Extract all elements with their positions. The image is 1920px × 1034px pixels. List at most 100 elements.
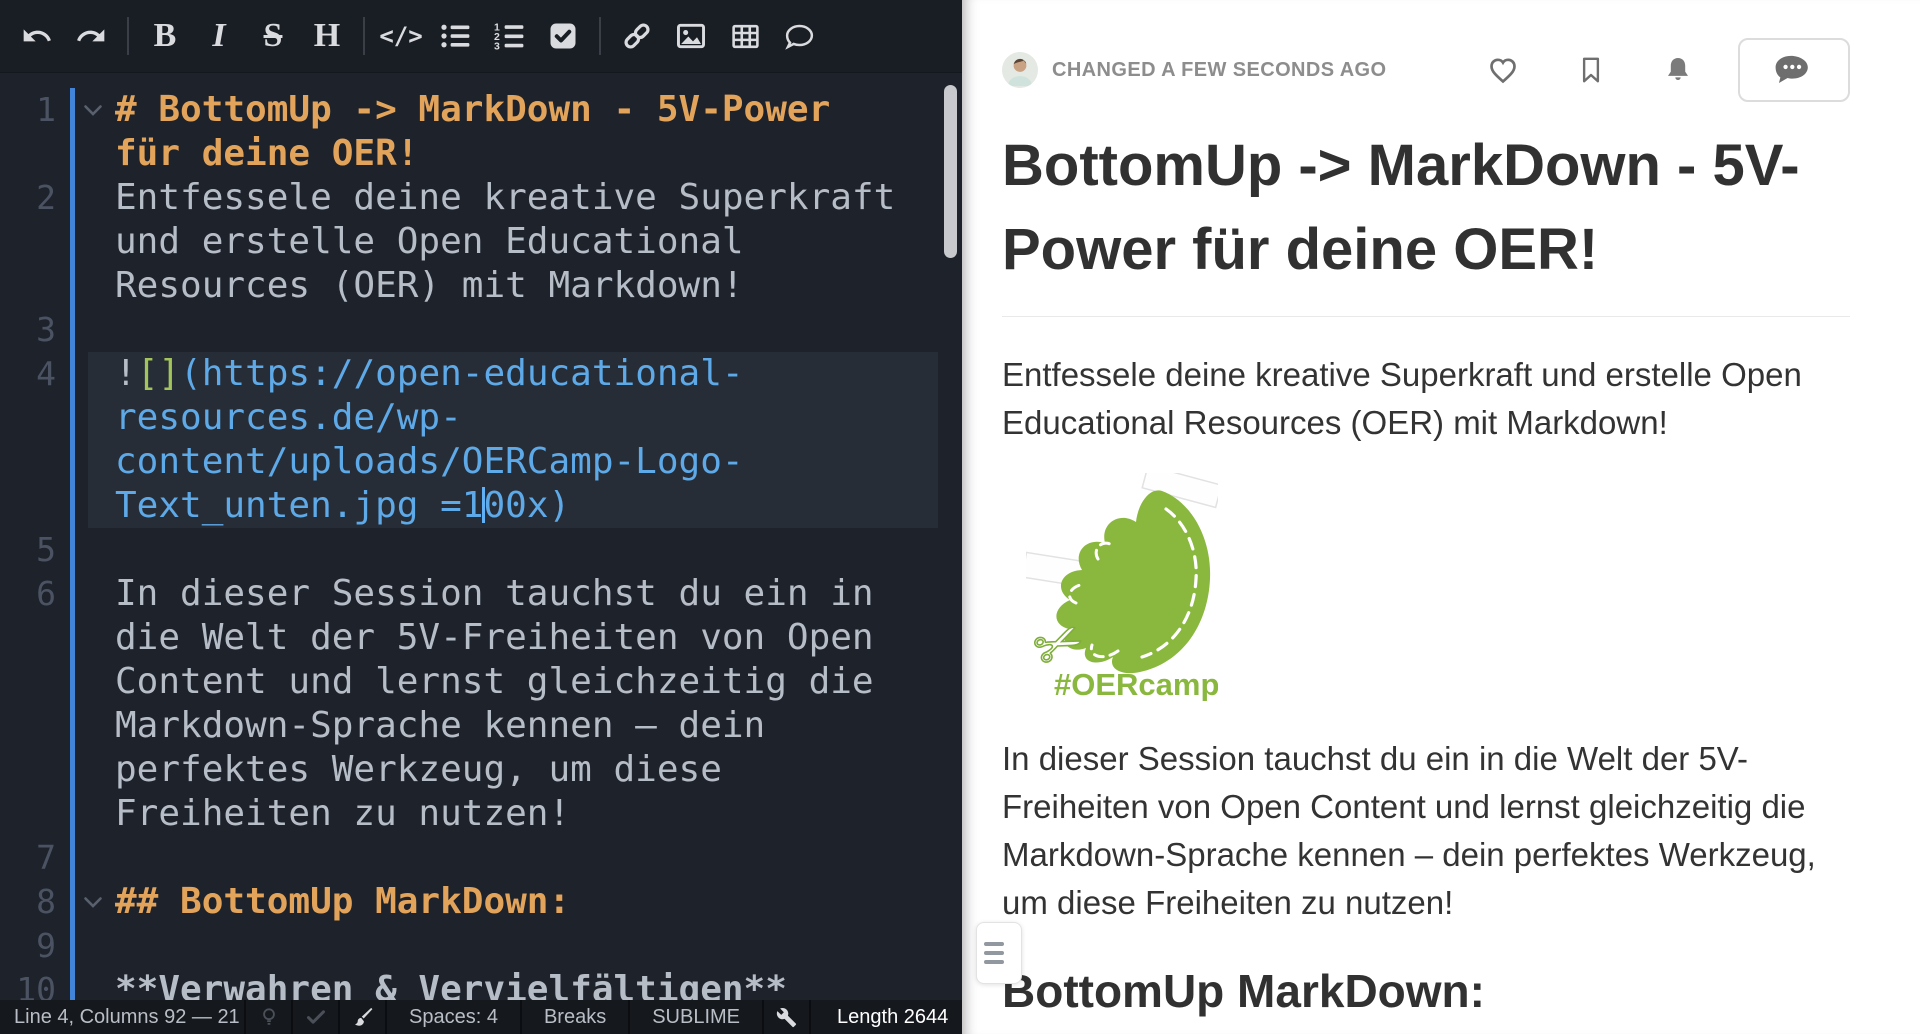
paintbrush-icon — [351, 1005, 375, 1029]
editor-line-6: 6 In dieser Session tauchst du ein indie … — [0, 572, 962, 836]
redo-button[interactable] — [64, 9, 118, 63]
bookmark-icon — [1576, 54, 1606, 86]
ordered-list-button[interactable]: 123 — [482, 9, 536, 63]
intro-paragraph: Entfessele deine kreative Superkraft und… — [1002, 351, 1850, 447]
editor-toolbar: B I S H </> 123 — [0, 0, 962, 73]
notifications-button[interactable] — [1662, 54, 1694, 86]
code-row: ![](https://open-educational- — [115, 352, 938, 396]
bell-icon — [1662, 54, 1694, 86]
undo-button[interactable] — [10, 9, 64, 63]
editor-line-8: 8## BottomUp MarkDown: — [0, 880, 962, 924]
line-number: 1 — [0, 88, 56, 132]
editor-line-4: 4 ![](https://open-educational-resources.… — [0, 352, 962, 528]
document-title: BottomUp -> MarkDown - 5V-Power für dein… — [1002, 124, 1850, 317]
preview-pane: CHANGED A FEW SECONDS AGO Bo — [962, 0, 1920, 1034]
wrench-icon — [776, 1007, 797, 1028]
list-ol-icon: 123 — [494, 21, 524, 51]
check-square-icon — [548, 21, 578, 51]
code-editor[interactable]: 1# BottomUp -> MarkDown - 5V-Powerfür de… — [0, 73, 962, 1000]
check-status-button[interactable] — [293, 1000, 340, 1034]
toc-toggle-handle[interactable] — [976, 922, 1022, 984]
fold-gutter — [56, 308, 115, 352]
code-row: die Welt der 5V-Freiheiten von Open — [115, 616, 938, 660]
toolbar-divider — [127, 17, 129, 55]
link-icon — [621, 20, 653, 52]
line-number: 9 — [0, 924, 56, 968]
code-button[interactable]: </> — [374, 9, 428, 63]
favorite-button[interactable] — [1486, 53, 1520, 87]
line-number: 5 — [0, 528, 56, 572]
code-row: Entfessele deine kreative Superkraft — [115, 176, 938, 220]
hamburger-icon — [984, 942, 1004, 946]
line-number: 7 — [0, 836, 56, 880]
fold-chevron-icon — [83, 896, 103, 909]
link-button[interactable] — [610, 9, 664, 63]
code-row: und erstelle Open Educational — [115, 220, 938, 264]
code-row: Freiheiten zu nutzen! — [115, 792, 938, 836]
bold-button[interactable]: B — [138, 9, 192, 63]
code-row — [115, 836, 938, 880]
italic-button[interactable]: I — [192, 9, 246, 63]
table-button[interactable] — [718, 9, 772, 63]
wrench-status-button[interactable] — [764, 1000, 811, 1034]
check-icon — [304, 1005, 328, 1029]
fold-gutter — [56, 836, 115, 880]
avatar — [1002, 52, 1038, 88]
line-number: 6 — [0, 572, 56, 616]
brush-status-button[interactable] — [340, 1000, 387, 1034]
editor-line-9: 9 — [0, 924, 962, 968]
unordered-list-button[interactable] — [428, 9, 482, 63]
changed-timestamp: CHANGED A FEW SECONDS AGO — [1052, 59, 1386, 82]
line-number: 8 — [0, 880, 56, 924]
fold-gutter — [56, 176, 115, 220]
editor-pane: B I S H </> 123 — [0, 0, 962, 1034]
oercamp-logo: ✂ #OERcamp — [1026, 473, 1218, 701]
preview-actions — [1430, 38, 1850, 102]
code-icon: </> — [379, 22, 422, 50]
lightbulb-status-button[interactable] — [246, 1000, 293, 1034]
fold-chevron-icon — [83, 104, 103, 117]
keymap-status[interactable]: SUBLIME — [630, 1000, 764, 1034]
heading-button[interactable]: H — [300, 9, 354, 63]
svg-text:3: 3 — [494, 41, 500, 52]
code-row — [115, 924, 938, 968]
cursor-position-status: Line 4, Columns 92 — 21 — [0, 1000, 246, 1034]
line-number: 2 — [0, 176, 56, 220]
line-number: 4 — [0, 352, 56, 396]
editor-scrollbar-thumb[interactable] — [944, 85, 957, 258]
code-row: Resources (OER) mit Markdown! — [115, 264, 938, 308]
session-paragraph: In dieser Session tauchst du ein in die … — [1002, 735, 1850, 927]
code-row: In dieser Session tauchst du ein in — [115, 572, 938, 616]
fold-gutter — [56, 528, 115, 572]
redo-icon — [75, 20, 107, 52]
length-status: Length 2644 — [811, 1000, 962, 1034]
fold-gutter[interactable] — [56, 880, 115, 924]
image-button[interactable] — [664, 9, 718, 63]
bookmark-button[interactable] — [1576, 54, 1606, 86]
speech-bubble-icon — [1771, 51, 1817, 89]
fold-gutter — [56, 924, 115, 968]
breaks-status[interactable]: Breaks — [522, 1000, 630, 1034]
undo-icon — [21, 20, 53, 52]
fold-gutter[interactable] — [56, 88, 115, 132]
heart-icon — [1486, 53, 1520, 87]
code-row: Text_unten.jpg =100x) — [115, 484, 938, 528]
editor-line-10: 10**Verwahren & Vervielfältigen** — [0, 968, 962, 1000]
code-row: resources.de/wp- — [115, 396, 938, 440]
editor-statusbar: Line 4, Columns 92 — 21 Spaces: 4 Breaks… — [0, 1000, 962, 1034]
table-icon — [730, 21, 761, 52]
editor-line-2: 2 Entfessele deine kreative Superkraftund… — [0, 176, 962, 308]
line-number: 3 — [0, 308, 56, 352]
editor-line-3: 3 — [0, 308, 962, 352]
comment-button-toolbar[interactable] — [772, 9, 826, 63]
spaces-status[interactable]: Spaces: 4 — [387, 1000, 522, 1034]
strikethrough-button[interactable]: S — [246, 9, 300, 63]
check-list-button[interactable] — [536, 9, 590, 63]
code-row — [115, 528, 938, 572]
logo-caption: #OERcamp — [1054, 667, 1218, 701]
list-ul-icon — [440, 21, 470, 51]
code-row: content/uploads/OERCamp-Logo- — [115, 440, 938, 484]
code-row — [115, 308, 938, 352]
comments-panel-button[interactable] — [1738, 38, 1850, 102]
line-number: 10 — [0, 968, 56, 1000]
